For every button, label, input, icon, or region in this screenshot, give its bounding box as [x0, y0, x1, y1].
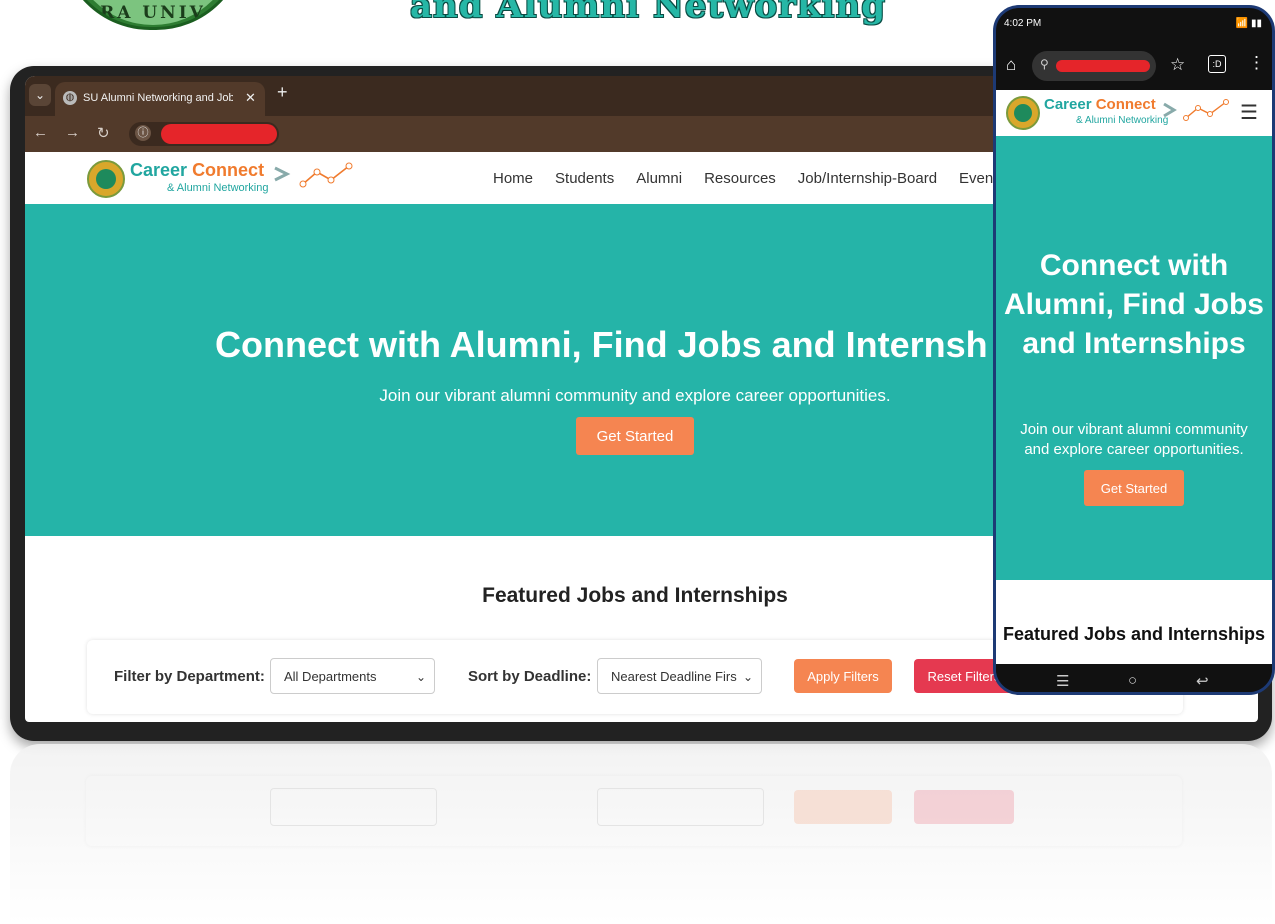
- home-icon[interactable]: ⌂: [1006, 55, 1016, 75]
- phone-url-bar: ⌂ ⚲ ☆ :D ⋮: [996, 42, 1272, 90]
- phone-frame: 4:02 PM 📶 ▮▮ ⌂ ⚲ ☆ :D ⋮ Career Connect &…: [993, 5, 1275, 695]
- phone-hero-subtitle: Join our vibrant alumni community and ex…: [1020, 421, 1248, 458]
- reflection-button: [914, 790, 1014, 824]
- get-started-button[interactable]: Get Started: [576, 417, 694, 455]
- deadline-sort-label: Sort by Deadline:: [468, 668, 592, 685]
- phone-content: Featured Jobs and Internships: [996, 580, 1272, 664]
- brand-part2: Connect: [192, 160, 265, 180]
- nav-students[interactable]: Students: [555, 170, 614, 187]
- nav-job-board[interactable]: Job/Internship-Board: [798, 170, 937, 187]
- new-tab-button[interactable]: +: [277, 82, 288, 103]
- laptop-reflection: [10, 744, 1272, 924]
- brand-title[interactable]: Career Connect: [130, 160, 264, 181]
- apply-filters-button[interactable]: Apply Filters: [794, 659, 892, 693]
- logo-emblem-icon: [87, 160, 125, 198]
- deadline-select[interactable]: Nearest Deadline Firs ⌄: [597, 658, 762, 694]
- brand-part1: Career: [130, 160, 188, 180]
- growth-graph-icon: [1163, 99, 1229, 121]
- redacted-url: [1056, 60, 1150, 72]
- phone-hero-section: Connect with Alumni, Find Jobs and Inter…: [996, 136, 1272, 580]
- nav-resources[interactable]: Resources: [704, 170, 776, 187]
- phone-featured-title: Featured Jobs and Internships: [1002, 624, 1266, 644]
- phone-brand-subtitle: & Alumni Networking: [1076, 115, 1169, 126]
- university-seal: RA UNIV: [60, 0, 246, 30]
- department-select-value: All Departments: [284, 669, 377, 684]
- banner-title: and Alumni Networking: [410, 0, 887, 26]
- phone-hero-title: Connect with Alumni, Find Jobs and Inter…: [1004, 249, 1264, 360]
- status-time: 4:02 PM: [1004, 18, 1042, 29]
- browser-tab[interactable]: ◍ SU Alumni Networking and Job ✕: [55, 82, 265, 116]
- deadline-select-value: Nearest Deadline Firs: [611, 669, 737, 684]
- phone-site-navbar: Career Connect & Alumni Networking ☰: [996, 90, 1272, 136]
- reload-icon[interactable]: ↻: [97, 124, 110, 142]
- tabs-icon[interactable]: :D: [1208, 55, 1226, 73]
- back-icon[interactable]: ←: [33, 124, 48, 141]
- phone-brand-title[interactable]: Career Connect: [1044, 96, 1156, 113]
- nav-alumni[interactable]: Alumni: [636, 170, 682, 187]
- tab-list-button[interactable]: ⌄: [29, 84, 51, 106]
- site-info-icon[interactable]: ⓘ: [135, 125, 151, 141]
- signal-battery-icon: 📶 ▮▮: [1235, 18, 1262, 29]
- phone-url-input[interactable]: ⚲: [1032, 51, 1156, 81]
- tab-close-button[interactable]: ✕: [245, 90, 256, 106]
- brand-part1: Career: [1044, 96, 1092, 113]
- nav-home[interactable]: Home: [493, 170, 533, 187]
- brand-part2: Connect: [1095, 96, 1156, 113]
- reflection-select: [597, 788, 764, 826]
- star-icon[interactable]: ☆: [1170, 55, 1185, 75]
- tab-title: SU Alumni Networking and Job: [83, 92, 233, 104]
- phone-nav-bar: ☰ ○ ↩: [996, 664, 1272, 692]
- seal-text: RA UNIV: [100, 3, 206, 23]
- logo-emblem-icon: [1006, 96, 1040, 130]
- globe-icon: ◍: [63, 91, 77, 105]
- main-menu: Home Students Alumni Resources Job/Inter…: [493, 170, 1005, 187]
- tune-icon[interactable]: ⚲: [1040, 57, 1049, 71]
- department-select[interactable]: All Departments ⌄: [270, 658, 435, 694]
- home-circle-icon[interactable]: ○: [1128, 672, 1137, 689]
- reflection-select: [270, 788, 437, 826]
- department-filter-label: Filter by Department:: [114, 668, 265, 685]
- recents-icon[interactable]: ☰: [1056, 672, 1069, 690]
- url-input[interactable]: ⓘ: [129, 122, 279, 146]
- hero-title: Connect with Alumni, Find Jobs and Inter…: [215, 324, 988, 365]
- phone-status-bar: 4:02 PM 📶 ▮▮: [996, 8, 1272, 42]
- redacted-url: [161, 124, 277, 144]
- phone-get-started-button[interactable]: Get Started: [1084, 470, 1184, 506]
- more-icon[interactable]: ⋮: [1248, 53, 1265, 73]
- forward-icon[interactable]: →: [65, 124, 80, 141]
- hamburger-menu-icon[interactable]: ☰: [1240, 100, 1258, 125]
- back-icon[interactable]: ↩: [1196, 672, 1209, 690]
- chevron-down-icon: ⌄: [415, 670, 426, 684]
- reflection-button: [794, 790, 892, 824]
- growth-graph-icon: [274, 162, 353, 188]
- chevron-down-icon: ⌄: [742, 670, 753, 684]
- brand-subtitle: & Alumni Networking: [167, 182, 269, 194]
